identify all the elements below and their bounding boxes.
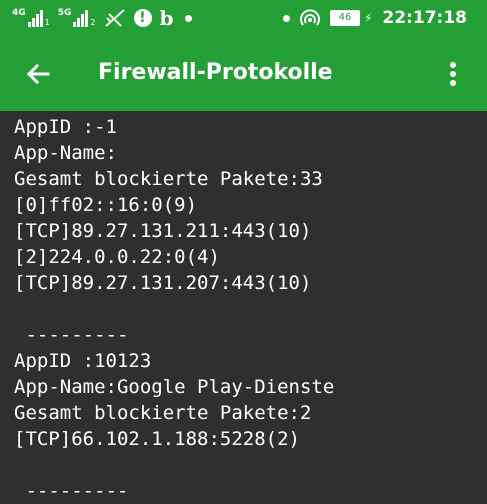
log-list: AppID :-1 App-Name: Gesamt blockierte Pa… [14,114,484,504]
charging-icon: ⚡ [363,11,373,25]
sig2-label: 5G [57,8,72,18]
b-app-icon: b [159,6,174,30]
total-line: Gesamt blockierte Pakete:33 [14,168,323,190]
separator: --------- [14,480,129,502]
status-bar: 4G 1 5G 2 ! b 46 ⚡ 22:17:18 [0,0,487,36]
status-right: 46 ⚡ 22:17:18 [282,6,467,30]
sig1-label: 4G [12,8,26,18]
log-entry: AppID :-1 App-Name: Gesamt blockierte Pa… [14,114,484,296]
packet-line: [TCP]89.27.131.211:443(10) [14,220,312,242]
sig1-num: 1 [44,18,50,27]
status-left: 4G 1 5G 2 ! b [12,6,193,30]
packet-line: [TCP]66.102.1.188:5228(2) [14,428,300,450]
sig2-num: 2 [90,18,96,27]
packet-line: [2]224.0.0.22:0(4) [14,246,220,268]
battery-icon: 46 [329,10,360,26]
appname-line: App-Name: [14,142,117,164]
clock: 22:17:18 [382,8,467,28]
total-line: Gesamt blockierte Pakete:2 [14,402,312,424]
packet-line: [TCP]89.27.131.207:443(10) [14,272,312,294]
alert-icon: ! [133,9,152,27]
log-entry: AppID :10123 App-Name:Google Play-Dienst… [14,348,484,452]
hotspot-icon [300,9,320,26]
notification-dot-right-icon [282,14,290,22]
notification-dot-icon [185,14,193,22]
appid-line: AppID :-1 [14,116,117,138]
app-bar: Firewall-Protokolle [0,36,487,111]
separator: --------- [14,324,129,346]
appname-line: App-Name:Google Play-Dienste [14,376,335,398]
back-arrow-icon[interactable] [22,58,54,90]
overflow-menu-icon[interactable] [441,60,465,88]
battery-level: 46 [338,12,352,23]
signal-5g-icon: 5G 2 [58,9,96,27]
packet-line: [0]ff02::16:0(9) [14,194,198,216]
page-title: Firewall-Protokolle [98,60,333,85]
no-signal-icon [104,9,125,27]
appid-line: AppID :10123 [14,350,152,372]
signal-4g-icon: 4G 1 [12,9,50,27]
